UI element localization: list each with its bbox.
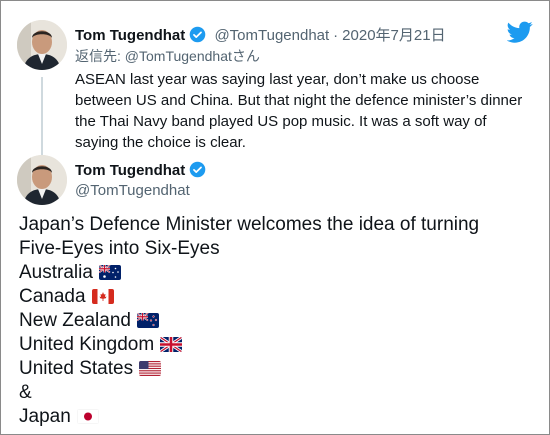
reply-tweet-text: ASEAN last year was saying last year, do…: [75, 71, 523, 151]
profile-photo: [17, 155, 67, 205]
canada-flag-icon: [91, 289, 114, 304]
japan-flag-icon: [76, 409, 99, 424]
country-name: United Kingdom: [19, 334, 155, 355]
main-tweet-text: Japan’s Defence Minister welcomes the id…: [19, 213, 519, 429]
country-line: Canada: [19, 285, 519, 309]
reply-to-line: 返信先: @TomTugendhatさん: [75, 46, 260, 66]
profile-photo: [17, 20, 67, 70]
author-name[interactable]: Tom Tugendhat: [75, 162, 185, 179]
author-name[interactable]: Tom Tugendhat: [75, 27, 185, 44]
country-name: Japan: [19, 406, 71, 427]
tweet-line: Five-Eyes into Six-Eyes: [19, 238, 220, 259]
country-line: United Kingdom: [19, 333, 519, 357]
verified-badge-icon: [189, 26, 206, 43]
author-handle[interactable]: @TomTugendhat: [75, 182, 190, 199]
thread-connector-line: [41, 77, 43, 155]
country-line: Japan: [19, 405, 519, 429]
tweet-line: Japan’s Defence Minister welcomes the id…: [19, 214, 480, 235]
country-name: Australia: [19, 262, 93, 283]
separator-dot: ·: [333, 27, 339, 44]
tweet-date[interactable]: 2020年7月21日: [342, 27, 445, 44]
country-name: Canada: [19, 286, 86, 307]
country-line: Australia: [19, 261, 519, 285]
author-handle[interactable]: @TomTugendhat: [214, 27, 329, 44]
tweet-card: Tom Tugendhat @TomTugendhat · 2020年7月21日 返…: [0, 0, 550, 435]
country-line: United States: [19, 357, 519, 381]
verified-badge-icon: [189, 161, 206, 178]
avatar[interactable]: [17, 20, 67, 70]
new-zealand-flag-icon: [136, 313, 159, 328]
us-flag-icon: [139, 361, 162, 376]
country-line: New Zealand: [19, 309, 519, 333]
avatar[interactable]: [17, 155, 67, 205]
reply-tweet-header: Tom Tugendhat @TomTugendhat · 2020年7月21日: [75, 24, 446, 45]
australia-flag-icon: [98, 265, 121, 280]
country-name: New Zealand: [19, 310, 131, 331]
ampersand: &: [19, 382, 32, 403]
twitter-bird-icon[interactable]: [507, 19, 533, 45]
main-tweet-author: Tom Tugendhat: [75, 161, 206, 179]
reply-prefix: 返信先:: [75, 48, 121, 64]
country-name: United States: [19, 358, 134, 379]
reply-target-link[interactable]: @TomTugendhatさん: [125, 48, 260, 64]
uk-flag-icon: [160, 337, 183, 352]
